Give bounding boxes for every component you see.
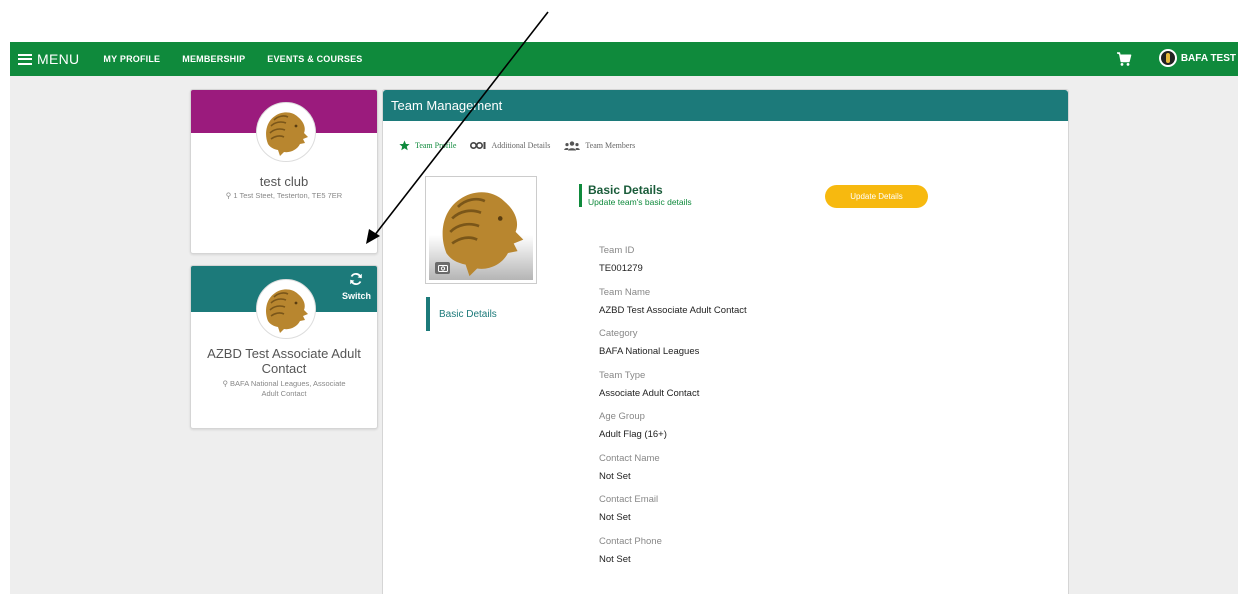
- top-caption-area: [0, 0, 1238, 42]
- lion-logo-icon: [266, 289, 308, 333]
- field-age-group: Age Group Adult Flag (16+): [599, 411, 747, 453]
- field-contact-phone: Contact Phone Not Set: [599, 536, 747, 578]
- section-subtitle: Update team's basic details: [588, 197, 692, 207]
- switch-team-button[interactable]: Switch: [342, 272, 371, 301]
- refresh-icon: [350, 273, 363, 285]
- team-card[interactable]: Switch AZBD Test Associate Adult Contact…: [190, 265, 378, 429]
- field-label: Category: [599, 328, 638, 339]
- club-name: test club: [259, 174, 309, 189]
- user-avatar: [1158, 49, 1177, 67]
- team-photo: [425, 176, 537, 284]
- field-team-id: Team ID TE001279: [599, 245, 747, 287]
- field-value: BAFA National Leagues: [599, 346, 700, 357]
- hamburger-icon: [18, 53, 32, 65]
- club-address-text: 1 Test Steet, Testerton, TE5 7ER: [233, 191, 343, 200]
- shopping-cart-icon[interactable]: [1116, 51, 1132, 67]
- field-value: Not Set: [599, 553, 631, 565]
- field-label: Contact Phone: [599, 535, 662, 547]
- basic-details-header: Basic Details Update team's basic detail…: [579, 184, 692, 207]
- field-label: Age Group: [599, 411, 645, 422]
- team-fields: Team ID TE001279 Team Name AZBD Test Ass…: [599, 245, 747, 577]
- team-logo: [256, 279, 316, 339]
- field-label: Team Name: [599, 286, 651, 298]
- main-content: test club ⚲ 1 Test Steet, Testerton, TE5…: [10, 76, 1238, 594]
- field-value: Not Set: [599, 512, 631, 523]
- field-category: Category BAFA National Leagues: [599, 328, 747, 370]
- tab-team-members[interactable]: Team Members: [564, 140, 636, 151]
- field-team-type: Team Type Associate Adult Contact: [599, 370, 747, 412]
- field-label: Team ID: [599, 245, 635, 256]
- club-address: ⚲ 1 Test Steet, Testerton, TE5 7ER: [191, 191, 377, 201]
- user-menu[interactable]: BAFA TEST: [1158, 49, 1236, 67]
- club-card[interactable]: test club ⚲ 1 Test Steet, Testerton, TE5…: [190, 89, 378, 254]
- nav-link-events-courses[interactable]: EVENTS & COURSES: [267, 54, 362, 64]
- field-team-name: Team Name AZBD Test Associate Adult Cont…: [599, 287, 747, 329]
- team-photo-image: [429, 180, 533, 280]
- field-contact-name: Contact Name Not Set: [599, 453, 747, 495]
- nav-link-my-profile[interactable]: MY PROFILE: [103, 54, 160, 64]
- section-title: Basic Details: [588, 183, 663, 197]
- star-icon: [399, 140, 410, 151]
- team-name: AZBD Test Associate Adult Contact: [207, 346, 361, 376]
- team-management-panel: Team Management Team Profile Additional …: [382, 89, 1069, 594]
- field-contact-email: Contact Email Not Set: [599, 494, 747, 536]
- tab-team-profile[interactable]: Team Profile: [399, 140, 456, 151]
- top-navbar: MENU MY PROFILE MEMBERSHIP EVENTS & COUR…: [10, 42, 1238, 76]
- club-logo: [256, 102, 316, 162]
- switch-label: Switch: [341, 291, 371, 301]
- camera-icon: [437, 265, 448, 272]
- field-label: Contact Name: [599, 452, 660, 464]
- change-photo-button[interactable]: [435, 262, 450, 274]
- users-icon: [564, 140, 581, 150]
- field-value: AZBD Test Associate Adult Contact: [599, 304, 747, 316]
- tab-team-members-label: Team Members: [585, 141, 636, 150]
- lion-logo-icon: [266, 112, 308, 156]
- field-value: TE001279: [599, 263, 643, 274]
- field-label: Team Type: [599, 369, 646, 381]
- location-pin-icon: ⚲: [222, 379, 231, 388]
- tab-team-profile-label: Team Profile: [415, 141, 457, 150]
- tab-additional-details-label: Additional Details: [491, 141, 551, 150]
- user-name: BAFA TEST: [1180, 52, 1236, 64]
- nav-link-membership[interactable]: MEMBERSHIP: [182, 54, 245, 64]
- side-nav-basic-details[interactable]: Basic Details: [426, 297, 497, 331]
- update-details-button[interactable]: Update Details: [825, 185, 928, 208]
- field-label: Contact Email: [599, 494, 659, 505]
- menu-button[interactable]: MENU: [18, 51, 79, 67]
- menu-label: MENU: [37, 51, 80, 67]
- tab-additional-details[interactable]: Additional Details: [470, 141, 550, 150]
- field-value: Adult Flag (16+): [599, 429, 667, 440]
- panel-title: Team Management: [383, 90, 1068, 121]
- gears-icon: [470, 141, 486, 150]
- field-value: Not Set: [599, 470, 631, 482]
- field-value: Associate Adult Contact: [599, 387, 700, 399]
- team-details: ⚲ BAFA National Leagues, Associate Adult…: [191, 379, 377, 399]
- tab-bar: Team Profile Additional Details Team Mem…: [399, 140, 649, 151]
- team-details-text: BAFA National Leagues, Associate Adult C…: [230, 379, 346, 398]
